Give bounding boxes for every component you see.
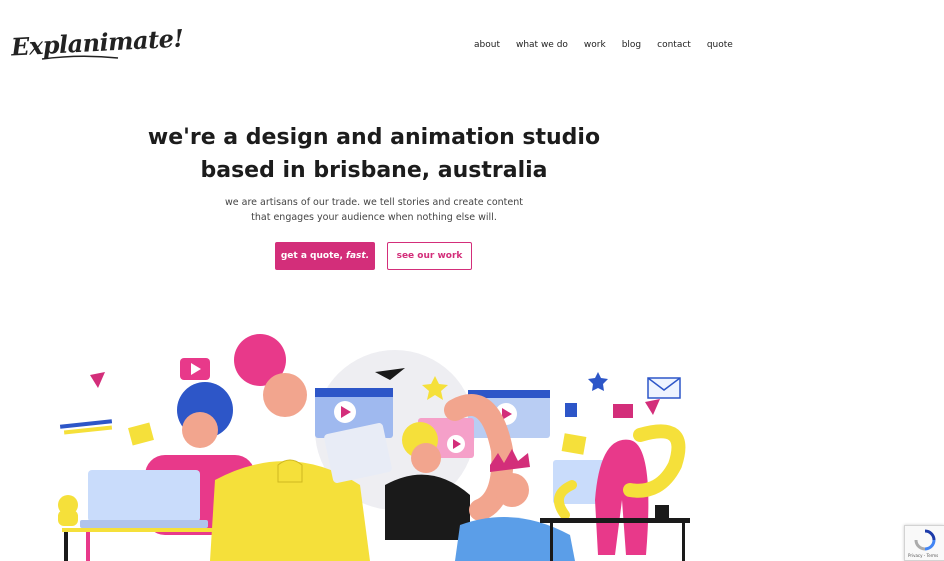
- nav-quote[interactable]: quote: [707, 40, 733, 50]
- nav-work[interactable]: work: [584, 40, 606, 50]
- mug: [655, 505, 669, 519]
- subtext-line-2: that engages your audience when nothing …: [251, 212, 497, 223]
- heart-icon-2: [645, 399, 660, 415]
- hero-headline: we're a design and animation studio base…: [140, 121, 608, 187]
- see-our-work-button[interactable]: see our work: [387, 242, 472, 270]
- hero-illustration: [58, 334, 690, 561]
- thumbs-up-icon: [565, 403, 577, 417]
- chat-bubble-icon-2: [561, 433, 587, 455]
- get-quote-label-emphasis: fast.: [346, 251, 370, 261]
- star-icon-2: [588, 372, 608, 391]
- get-quote-button[interactable]: get a quote, fast.: [275, 242, 375, 270]
- recaptcha-badge[interactable]: Privacy - Terms: [904, 525, 944, 561]
- logo-swoosh: [41, 55, 119, 60]
- nav-what-we-do[interactable]: what we do: [516, 40, 568, 50]
- chat-bubble-icon: [128, 422, 154, 446]
- heart-icon: [90, 372, 105, 388]
- speech-icon: [613, 404, 633, 418]
- hero-subtext: we are artisans of our trade. we tell st…: [190, 195, 558, 225]
- headline-line-1: we're a design and animation studio: [147, 125, 601, 150]
- get-quote-label: get a quote,: [280, 251, 347, 261]
- nav-blog[interactable]: blog: [622, 40, 641, 50]
- recaptcha-links[interactable]: Privacy - Terms: [908, 553, 938, 558]
- laptop: [88, 470, 200, 522]
- headline-line-2: based in brisbane, australia: [200, 158, 548, 183]
- nav-about[interactable]: about: [474, 40, 500, 50]
- nav-contact[interactable]: contact: [657, 40, 691, 50]
- main-nav: about what we do work blog contact quote: [474, 40, 749, 50]
- subtext-line-1: we are artisans of our trade. we tell st…: [225, 197, 523, 208]
- recaptcha-icon: [914, 529, 936, 551]
